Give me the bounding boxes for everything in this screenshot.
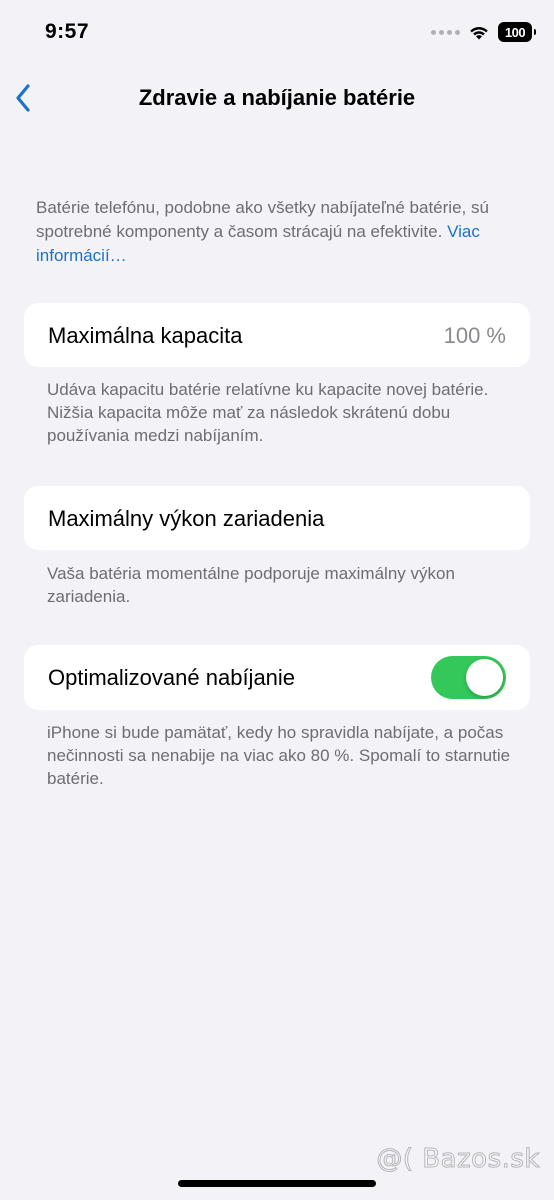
optimized-charging-footnote: iPhone si bude pamätať, kedy ho spravidl… <box>47 723 511 788</box>
optimized-charging-toggle[interactable] <box>431 656 506 699</box>
watermark-logo: @( Bazos.sk <box>376 1144 540 1175</box>
optimized-charging-label: Optimalizované nabíjanie <box>48 665 296 690</box>
wifi-icon <box>470 26 488 39</box>
page-title: Zdravie a nabíjanie batérie <box>138 85 416 110</box>
signal-dots-icon <box>431 29 460 35</box>
navigation-bar: Zdravie a nabíjanie batérie <box>0 70 554 126</box>
maximum-capacity-label: Maximálna kapacita <box>48 323 243 348</box>
peak-performance-label: Maximálny výkon zariadenia <box>48 506 325 531</box>
maximum-capacity-row: Maximálna kapacita 100 % <box>24 303 530 367</box>
maximum-capacity-value: 100 % <box>443 323 506 348</box>
intro-text: Batérie telefónu, podobne ako všetky nab… <box>36 198 489 241</box>
peak-performance-row: Maximálny výkon zariadenia <box>24 486 530 550</box>
battery-level: 100 <box>504 24 526 40</box>
peak-performance-footnote: Vaša batéria momentálne podporuje maximá… <box>47 564 455 606</box>
toggle-knob <box>466 659 503 696</box>
home-indicator[interactable] <box>178 1180 376 1187</box>
status-bar: 9:57 100 <box>0 0 554 70</box>
battery-icon: 100 <box>498 22 536 42</box>
status-time: 9:57 <box>45 20 90 43</box>
intro-description: Batérie telefónu, podobne ako všetky nab… <box>36 196 516 268</box>
status-icons: 100 <box>431 22 536 42</box>
optimized-charging-row: Optimalizované nabíjanie <box>24 645 530 710</box>
maximum-capacity-footnote: Udáva kapacitu batérie relatívne ku kapa… <box>47 380 489 445</box>
